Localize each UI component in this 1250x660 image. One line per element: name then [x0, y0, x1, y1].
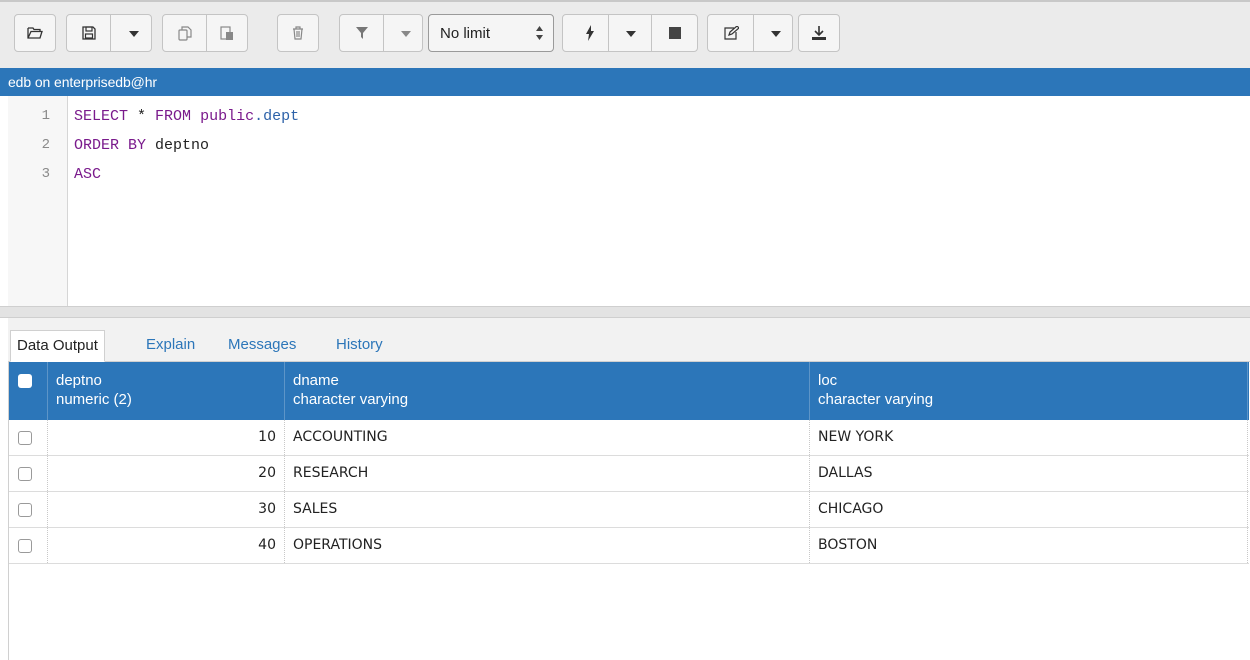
edit-icon: [724, 26, 739, 40]
delete-button[interactable]: [277, 14, 319, 52]
column-type: character varying: [293, 391, 409, 408]
save-icon: [82, 26, 96, 40]
row-select-cell: [9, 528, 48, 563]
panel-splitter[interactable]: [0, 306, 1250, 318]
cell-deptno[interactable]: 10: [48, 420, 285, 455]
query-toolbar: No limit: [0, 0, 1250, 68]
copy-paste-group: [162, 14, 248, 52]
filter-button[interactable]: [339, 14, 423, 52]
column-header-deptno[interactable]: deptno numeric (2): [48, 362, 285, 420]
chevron-down-icon[interactable]: [129, 31, 139, 37]
filter-icon: [356, 27, 368, 39]
cell-dname[interactable]: ACCOUNTING: [285, 420, 810, 455]
execute-icon[interactable]: [585, 25, 595, 41]
open-file-icon: [27, 27, 43, 39]
sql-identifier: .dept: [254, 108, 300, 125]
open-file-button[interactable]: [14, 14, 56, 52]
line-number: 1: [41, 108, 50, 124]
cell-dname[interactable]: OPERATIONS: [285, 528, 810, 563]
download-button[interactable]: [798, 14, 840, 52]
row-checkbox[interactable]: [18, 431, 32, 445]
sql-editor[interactable]: 1 2 3 SELECT * FROM public.dept ORDER BY…: [0, 96, 1250, 306]
line-number: 3: [41, 166, 50, 182]
tab-history[interactable]: History: [330, 330, 389, 362]
row-select-cell: [9, 492, 48, 527]
cell-loc[interactable]: BOSTON: [810, 528, 1248, 563]
chevron-down-icon[interactable]: [401, 31, 411, 37]
column-type: character varying: [818, 391, 934, 408]
tab-data-output[interactable]: Data Output: [10, 330, 105, 362]
cell-deptno[interactable]: 30: [48, 492, 285, 527]
row-limit-select[interactable]: No limit: [428, 14, 554, 52]
stop-icon[interactable]: [669, 27, 681, 39]
code-line[interactable]: ASC: [74, 166, 101, 183]
sql-text: *: [128, 108, 156, 125]
code-line[interactable]: SELECT * FROM public.dept: [74, 108, 299, 125]
sql-schema: public: [200, 108, 255, 125]
copy-icon[interactable]: [178, 26, 192, 41]
cell-deptno[interactable]: 40: [48, 528, 285, 563]
results-tabs: Data Output Explain Messages History: [8, 318, 1250, 362]
tab-explain[interactable]: Explain: [140, 330, 201, 362]
line-number: 2: [41, 137, 50, 153]
row-checkbox[interactable]: [18, 503, 32, 517]
select-all-checkbox[interactable]: [18, 374, 32, 388]
column-header-loc[interactable]: loc character varying: [810, 362, 1248, 420]
column-name: deptno: [56, 372, 102, 389]
row-checkbox[interactable]: [18, 467, 32, 481]
table-row[interactable]: 20 RESEARCH DALLAS: [9, 456, 1249, 492]
data-output-grid: deptno numeric (2) dname character varyi…: [8, 362, 1250, 660]
row-select-cell: [9, 456, 48, 491]
cell-dname[interactable]: RESEARCH: [285, 456, 810, 491]
delete-icon: [293, 26, 303, 40]
column-name: dname: [293, 372, 339, 389]
sql-keyword: FROM: [155, 108, 192, 125]
table-row[interactable]: 10 ACCOUNTING NEW YORK: [9, 420, 1249, 456]
cell-dname[interactable]: SALES: [285, 492, 810, 527]
updown-arrows-icon: [536, 26, 543, 40]
row-checkbox[interactable]: [18, 539, 32, 553]
sql-keyword: ASC: [74, 166, 102, 183]
chevron-down-icon[interactable]: [771, 31, 781, 37]
paste-icon[interactable]: [220, 26, 234, 41]
tab-messages[interactable]: Messages: [222, 330, 302, 362]
execute-group: [562, 14, 698, 52]
connection-bar: edb on enterprisedb@hr: [0, 68, 1250, 96]
sql-text: deptno: [146, 137, 210, 154]
sql-keyword: ORDER BY: [74, 137, 147, 154]
row-select-cell: [9, 420, 48, 455]
table-row[interactable]: 40 OPERATIONS BOSTON: [9, 528, 1249, 564]
save-button[interactable]: [66, 14, 152, 52]
edit-button[interactable]: [707, 14, 793, 52]
cell-loc[interactable]: DALLAS: [810, 456, 1248, 491]
connection-label: edb on enterprisedb@hr: [8, 74, 157, 90]
code-line[interactable]: ORDER BY deptno: [74, 137, 209, 154]
table-row[interactable]: 30 SALES CHICAGO: [9, 492, 1249, 528]
cell-deptno[interactable]: 20: [48, 456, 285, 491]
select-all-cell: [9, 362, 48, 420]
line-number-gutter: 1 2 3: [8, 96, 68, 306]
chevron-down-icon[interactable]: [626, 31, 636, 37]
grid-header: deptno numeric (2) dname character varyi…: [9, 362, 1249, 420]
download-icon: [812, 26, 826, 40]
cell-loc[interactable]: CHICAGO: [810, 492, 1248, 527]
row-limit-value: No limit: [440, 24, 491, 42]
column-header-dname[interactable]: dname character varying: [285, 362, 810, 420]
sql-keyword: SELECT: [74, 108, 129, 125]
column-type: numeric (2): [56, 391, 132, 408]
cell-loc[interactable]: NEW YORK: [810, 420, 1248, 455]
column-name: loc: [818, 372, 838, 389]
